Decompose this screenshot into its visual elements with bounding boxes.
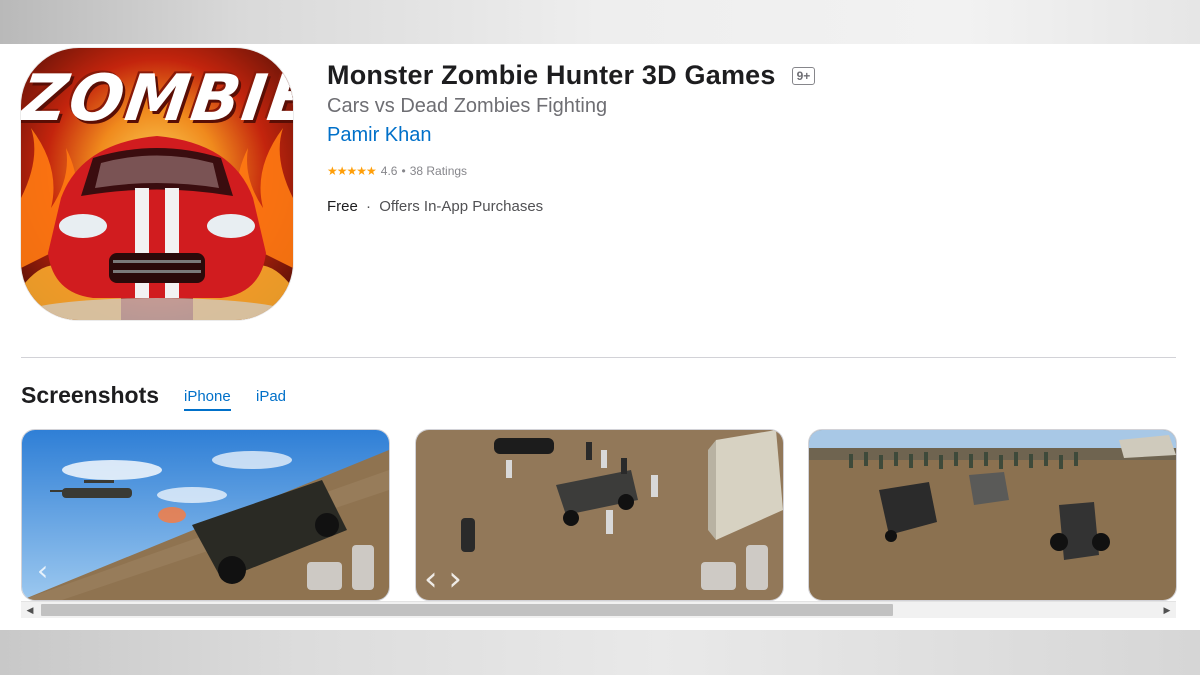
in-app-purchases-note: Offers In-App Purchases (379, 198, 544, 215)
tab-ipad[interactable]: iPad (256, 388, 286, 409)
bottom-background-band (0, 630, 1200, 675)
app-icon[interactable]: ZOMBIE (21, 48, 293, 320)
star-rating-icon: ★★★★★ (327, 164, 377, 178)
age-rating-badge: 9+ (791, 66, 816, 85)
title-row: Monster Zombie Hunter 3D Games 9+ (327, 60, 816, 91)
screenshot-2[interactable]: ‹ › (415, 429, 784, 601)
rating-value: 4.6 (380, 164, 398, 178)
rating-count: 38 Ratings (409, 164, 468, 178)
price-separator: · (366, 198, 372, 215)
app-title: Monster Zombie Hunter 3D Games (327, 60, 776, 90)
screenshot-3[interactable] (808, 429, 1177, 601)
rating-separator: • (401, 164, 406, 178)
svg-text:‹ ›: ‹ › (424, 559, 462, 599)
screenshots-heading: Screenshots (21, 382, 160, 408)
screenshot-1[interactable]: ‹ (21, 429, 390, 601)
section-divider (21, 357, 1176, 358)
top-background-band (0, 0, 1200, 44)
scroll-left-icon[interactable]: ◀ (24, 604, 36, 616)
developer-link[interactable]: Pamir Khan (327, 124, 432, 147)
tab-iphone[interactable]: iPhone (184, 388, 231, 411)
scroll-thumb[interactable] (41, 604, 893, 616)
scroll-right-icon[interactable]: ▶ (1161, 604, 1173, 616)
price: Free (327, 198, 358, 215)
app-subtitle: Cars vs Dead Zombies Fighting (327, 95, 608, 117)
svg-text:‹: ‹ (37, 554, 48, 587)
icon-wordmark: ZOMBIE (21, 62, 293, 136)
price-row: Free · Offers In-App Purchases (327, 198, 543, 215)
horizontal-scrollbar[interactable]: ◀ ▶ (21, 601, 1176, 618)
rating-row: ★★★★★ 4.6 • 38 Ratings (327, 164, 467, 178)
